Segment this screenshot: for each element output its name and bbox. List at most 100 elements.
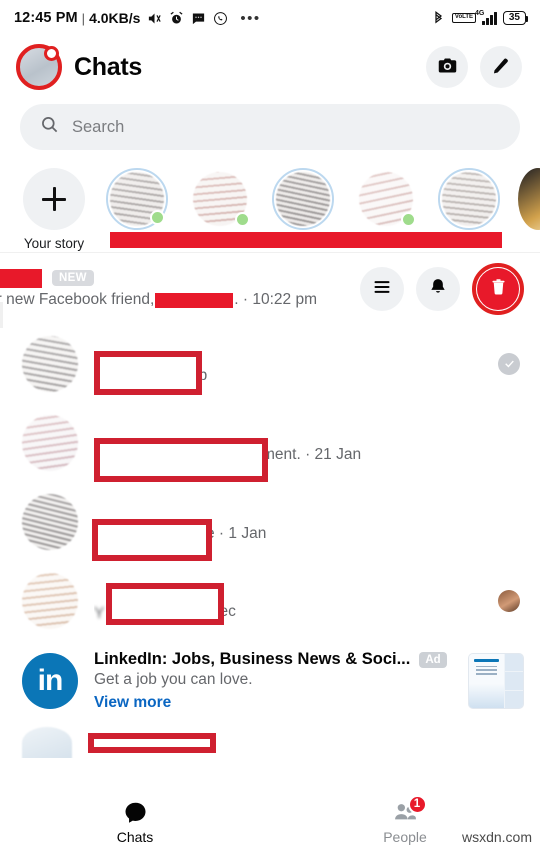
- bell-icon: [428, 277, 448, 300]
- more-options-button[interactable]: [360, 266, 404, 311]
- search-input[interactable]: Search: [20, 104, 520, 150]
- profile-avatar[interactable]: [16, 44, 62, 90]
- annotation-box-chat-4: [106, 582, 224, 625]
- ad-view-more-link[interactable]: View more: [94, 694, 452, 712]
- annotation-box-chat-2: [94, 437, 268, 482]
- story-item[interactable]: [186, 168, 254, 230]
- story-ring: [438, 168, 500, 230]
- chat-avatar: [22, 572, 78, 629]
- ad-title: LinkedIn: Jobs, Business News & Soci...: [94, 650, 411, 668]
- story-item[interactable]: [103, 168, 171, 230]
- add-your-story[interactable]: Your story: [20, 168, 88, 251]
- volte-icon: VoLTE: [451, 13, 476, 23]
- new-badge: NEW: [52, 270, 94, 286]
- snippet-head: Y: [94, 604, 105, 622]
- delete-button-wrapper[interactable]: [472, 262, 524, 315]
- story-avatar: [442, 172, 496, 226]
- chat-name: [94, 501, 478, 521]
- plus-icon: [42, 187, 66, 211]
- ad-title-line: LinkedIn: Jobs, Business News & Soci... …: [94, 650, 452, 669]
- ad-thumbnail[interactable]: [468, 653, 524, 709]
- action-row-buttons: [360, 262, 540, 315]
- stories-row[interactable]: Your story: [0, 160, 540, 252]
- chat-avatar: [22, 414, 78, 471]
- chat-content: YDec: [94, 579, 478, 625]
- people-icon: 1: [393, 794, 427, 826]
- camera-button[interactable]: [426, 46, 468, 88]
- trash-icon: [489, 278, 508, 300]
- search-section: Search: [0, 98, 540, 160]
- people-badge: 1: [407, 794, 427, 814]
- search-icon: [40, 115, 59, 139]
- redaction-name: [0, 268, 42, 288]
- chat-avatar: [22, 493, 78, 550]
- bluetooth-icon: [431, 10, 446, 26]
- network-type-label: 4G: [475, 9, 485, 17]
- mute-notifications-button[interactable]: [416, 266, 460, 311]
- preview-text-before: ur new Facebook friend,: [0, 291, 155, 308]
- chat-content: e · 1 Jan: [92, 501, 478, 561]
- preview-text-after: . · 10:22 pm: [234, 291, 318, 308]
- online-indicator: [401, 212, 416, 227]
- add-story-button[interactable]: [23, 168, 85, 230]
- action-row-preview: ur new Facebook friend, . · 10:22 pm: [0, 291, 360, 309]
- delete-button[interactable]: [477, 267, 519, 310]
- signal-icon: 4G: [475, 10, 497, 25]
- camera-icon: [437, 55, 458, 79]
- chat-row-partial[interactable]: [0, 722, 540, 758]
- chat-row[interactable]: eb: [0, 324, 540, 403]
- ad-subtitle: Get a job you can love.: [94, 671, 253, 688]
- redaction-bar-story-names: [110, 232, 502, 248]
- story-item[interactable]: [435, 168, 503, 230]
- compose-button[interactable]: [480, 46, 522, 88]
- whatsapp-icon: [213, 11, 228, 26]
- snippet-tail: ment. · 21 Jan: [262, 445, 362, 463]
- hamburger-menu-icon: [372, 277, 392, 300]
- story-item[interactable]: [352, 168, 420, 230]
- chat-content: ment. · 21 Jan: [94, 422, 478, 482]
- read-receipt-avatar: [498, 589, 520, 612]
- nav-label-chats: Chats: [116, 828, 154, 845]
- chat-list: eb ment. · 21 Jan e · 1 Jan: [0, 324, 540, 758]
- action-row-text: NEW ur new Facebook friend, . · 10:22 pm: [0, 268, 360, 309]
- page-title: Chats: [74, 52, 142, 81]
- chat-row[interactable]: ment. · 21 Jan: [0, 403, 540, 482]
- alarm-icon: [169, 11, 184, 26]
- linkedin-logo-icon: in: [22, 653, 78, 709]
- chat-status: [494, 589, 524, 612]
- status-bar-right: VoLTE 4G 35: [431, 10, 529, 26]
- story-ring: [272, 168, 334, 230]
- sponsored-ad-row[interactable]: in LinkedIn: Jobs, Business News & Soci.…: [0, 640, 540, 722]
- status-separator: |: [81, 10, 86, 26]
- search-placeholder: Search: [72, 117, 125, 136]
- story-avatar: [276, 172, 330, 226]
- action-row-title-line: NEW: [0, 268, 360, 288]
- annotation-circle-profile: [16, 44, 62, 90]
- seen-check-icon: [498, 352, 520, 375]
- nav-tab-chats[interactable]: Chats: [0, 800, 270, 845]
- chat-row-action-bar: NEW ur new Facebook friend, . · 10:22 pm: [0, 252, 540, 328]
- story-ring: [106, 168, 168, 230]
- nav-label-people: People: [383, 828, 427, 845]
- chat-avatar: [22, 335, 78, 392]
- chat-row[interactable]: YDec: [0, 561, 540, 640]
- online-indicator: [150, 210, 165, 225]
- chat-row[interactable]: e · 1 Jan: [0, 482, 540, 561]
- story-item[interactable]: [269, 168, 337, 230]
- story-item-partial[interactable]: [518, 168, 540, 230]
- story-ring: [189, 168, 251, 230]
- annotation-box-chat-1: [94, 350, 202, 395]
- more-dots-icon: •••: [240, 9, 261, 27]
- your-story-label: Your story: [23, 236, 85, 251]
- battery-indicator: 35: [502, 10, 529, 26]
- story-ring: [355, 168, 417, 230]
- annotation-box-chat-5: [88, 733, 216, 753]
- ad-thumb-right: [505, 654, 523, 708]
- redaction-friend-name: [155, 292, 234, 308]
- chat-content: eb: [94, 343, 478, 395]
- snippet-tail: e · 1 Jan: [206, 524, 267, 542]
- chat-avatar: [22, 727, 72, 758]
- ad-badge: Ad: [419, 651, 447, 668]
- header-actions: [426, 46, 522, 88]
- ad-content: LinkedIn: Jobs, Business News & Soci... …: [94, 650, 452, 712]
